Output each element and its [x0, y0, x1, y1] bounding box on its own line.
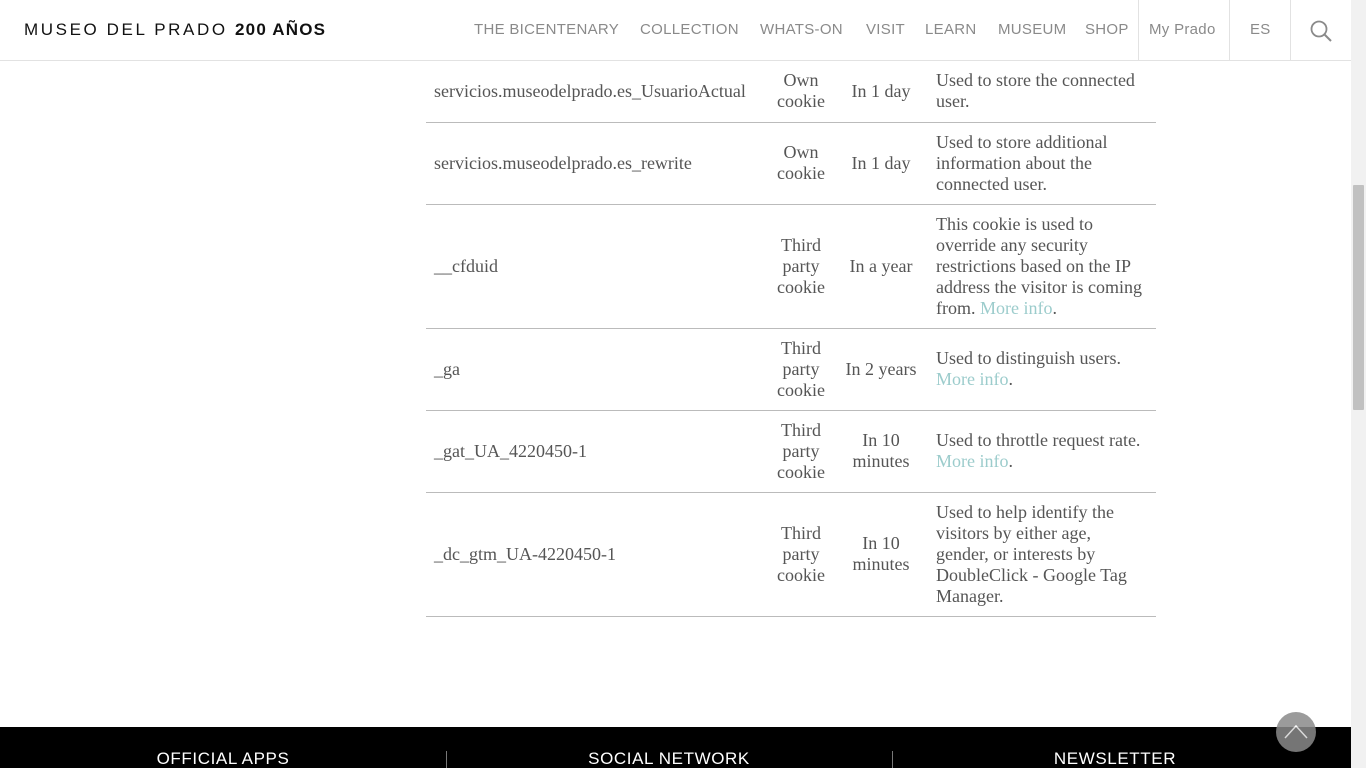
site-footer: OFFICIAL APPS SOCIAL NETWORK NEWSLETTER	[0, 727, 1351, 768]
footer-newsletter-title: NEWSLETTER	[1053, 749, 1177, 768]
cookie-description: Used to distinguish users. More info.	[926, 328, 1156, 411]
cookie-expiry: In 1 day	[836, 61, 926, 123]
footer-official-apps-title: OFFICIAL APPS	[156, 749, 290, 768]
nav-divider	[1138, 0, 1139, 61]
cookie-description: Used to store additional information abo…	[926, 122, 1156, 205]
search-icon[interactable]	[1309, 19, 1333, 43]
description-text: Used to throttle request rate.	[936, 430, 1141, 450]
more-info-link[interactable]: More info	[980, 298, 1052, 318]
cookie-name: _ga	[426, 328, 766, 411]
cookie-table: servicios.museodelprado.es_UsuarioActual…	[426, 61, 1156, 617]
footer-social-network-title: SOCIAL NETWORK	[588, 749, 750, 768]
cookie-expiry: In 10 minutes	[836, 492, 926, 617]
cookie-description: Used to store the connected user.	[926, 61, 1156, 123]
logo-bold-text: 200 AÑOS	[235, 20, 327, 39]
cookie-description: This cookie is used to override any secu…	[926, 204, 1156, 329]
table-row: _dc_gtm_UA-4220450-1 Third party cookie …	[426, 492, 1156, 617]
page-scrollbar[interactable]	[1351, 0, 1366, 768]
nav-item-bicentenary[interactable]: THE BICENTENARY	[474, 21, 619, 38]
cookie-name: __cfduid	[426, 204, 766, 329]
cookie-name: servicios.museodelprado.es_UsuarioActual	[426, 61, 766, 123]
description-text: Used to store the connected user.	[936, 70, 1135, 112]
more-info-link[interactable]: More info	[936, 451, 1008, 471]
cookie-type: Third party cookie	[766, 410, 836, 493]
back-to-top-button[interactable]	[1276, 712, 1316, 752]
cookie-expiry: In 10 minutes	[836, 410, 926, 493]
cookie-expiry: In 1 day	[836, 122, 926, 205]
table-row: __cfduid Third party cookie In a year Th…	[426, 204, 1156, 329]
nav-item-visit[interactable]: VISIT	[866, 21, 905, 38]
chevron-up-icon	[1284, 724, 1308, 739]
description-text: Used to distinguish users.	[936, 348, 1122, 368]
cookie-type: Third party cookie	[766, 328, 836, 411]
my-prado-link[interactable]: My Prado	[1149, 21, 1216, 38]
logo-text: MUSEO DEL PRADO	[24, 20, 228, 39]
description-text: Used to help identify the visitors by ei…	[936, 501, 1127, 606]
language-switch[interactable]: ES	[1250, 21, 1271, 38]
site-logo[interactable]: MUSEO DEL PRADO 200 AÑOS	[24, 20, 326, 40]
cookie-name: servicios.museodelprado.es_rewrite	[426, 122, 766, 205]
site-header: MUSEO DEL PRADO 200 AÑOS THE BICENTENARY…	[0, 0, 1351, 61]
nav-item-shop[interactable]: SHOP	[1085, 21, 1129, 38]
table-row: servicios.museodelprado.es_rewrite Own c…	[426, 122, 1156, 205]
cookie-description: Used to help identify the visitors by ei…	[926, 492, 1156, 617]
table-row: _gat_UA_4220450-1 Third party cookie In …	[426, 410, 1156, 493]
nav-item-learn[interactable]: LEARN	[925, 21, 977, 38]
cookie-name: _dc_gtm_UA-4220450-1	[426, 492, 766, 617]
description-text: Used to store additional information abo…	[936, 131, 1108, 194]
cookie-type: Own cookie	[766, 61, 836, 123]
cookie-name: _gat_UA_4220450-1	[426, 410, 766, 493]
nav-item-museum[interactable]: MUSEUM	[998, 21, 1066, 38]
nav-divider	[1290, 0, 1291, 61]
cookie-expiry: In 2 years	[836, 328, 926, 411]
cookie-description: Used to throttle request rate. More info…	[926, 410, 1156, 493]
scrollbar-thumb[interactable]	[1353, 185, 1364, 410]
table-row: _ga Third party cookie In 2 years Used t…	[426, 328, 1156, 411]
cookie-type: Own cookie	[766, 122, 836, 205]
nav-divider	[1229, 0, 1230, 61]
nav-item-collection[interactable]: COLLECTION	[640, 21, 739, 38]
nav-item-whats-on[interactable]: WHATS-ON	[760, 21, 843, 38]
cookie-type: Third party cookie	[766, 492, 836, 617]
cookie-expiry: In a year	[836, 204, 926, 329]
more-info-link[interactable]: More info	[936, 369, 1008, 389]
cookie-type: Third party cookie	[766, 204, 836, 329]
table-row: servicios.museodelprado.es_UsuarioActual…	[426, 61, 1156, 123]
